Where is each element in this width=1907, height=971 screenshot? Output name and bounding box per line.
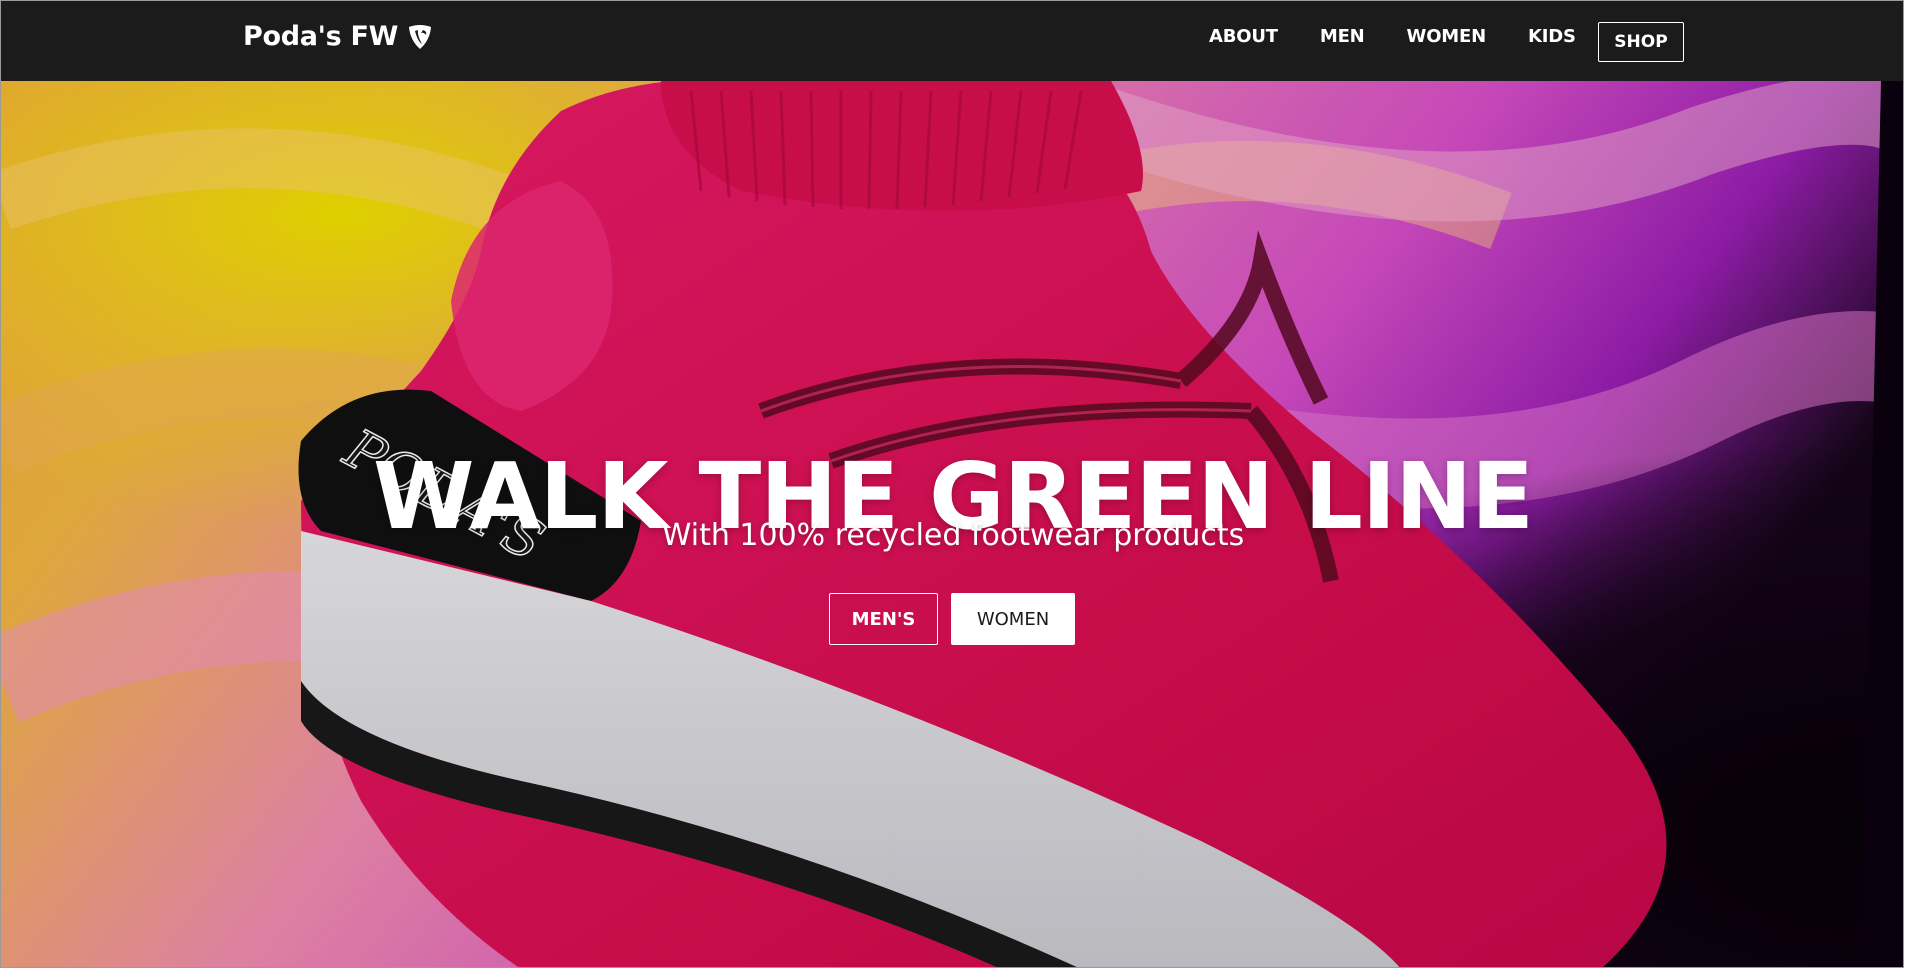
typo3-shield-icon — [406, 23, 434, 51]
women-button[interactable]: WOMEN — [951, 593, 1075, 645]
shop-button[interactable]: SHOP — [1598, 22, 1684, 62]
brand-name: Poda's FW — [243, 21, 399, 52]
main-nav: ABOUT MEN WOMEN KIDS — [1209, 26, 1624, 47]
hero-section: PODA'S WALK THE GREEN LINE With 100% rec… — [1, 81, 1903, 967]
navbar: Poda's FW ABOUT MEN WOMEN KIDS SHOP — [1, 1, 1903, 81]
brand-logo[interactable]: Poda's FW — [243, 21, 434, 52]
nav-women[interactable]: WOMEN — [1407, 26, 1487, 47]
hero-cta-group: MEN'S WOMEN — [829, 593, 1075, 645]
mens-button[interactable]: MEN'S — [829, 593, 938, 645]
page: Poda's FW ABOUT MEN WOMEN KIDS SHOP PODA… — [0, 0, 1904, 968]
nav-men[interactable]: MEN — [1320, 26, 1365, 47]
nav-kids[interactable]: KIDS — [1528, 26, 1576, 47]
nav-about[interactable]: ABOUT — [1209, 26, 1278, 47]
hero-subtitle: With 100% recycled footwear products — [661, 518, 1245, 553]
